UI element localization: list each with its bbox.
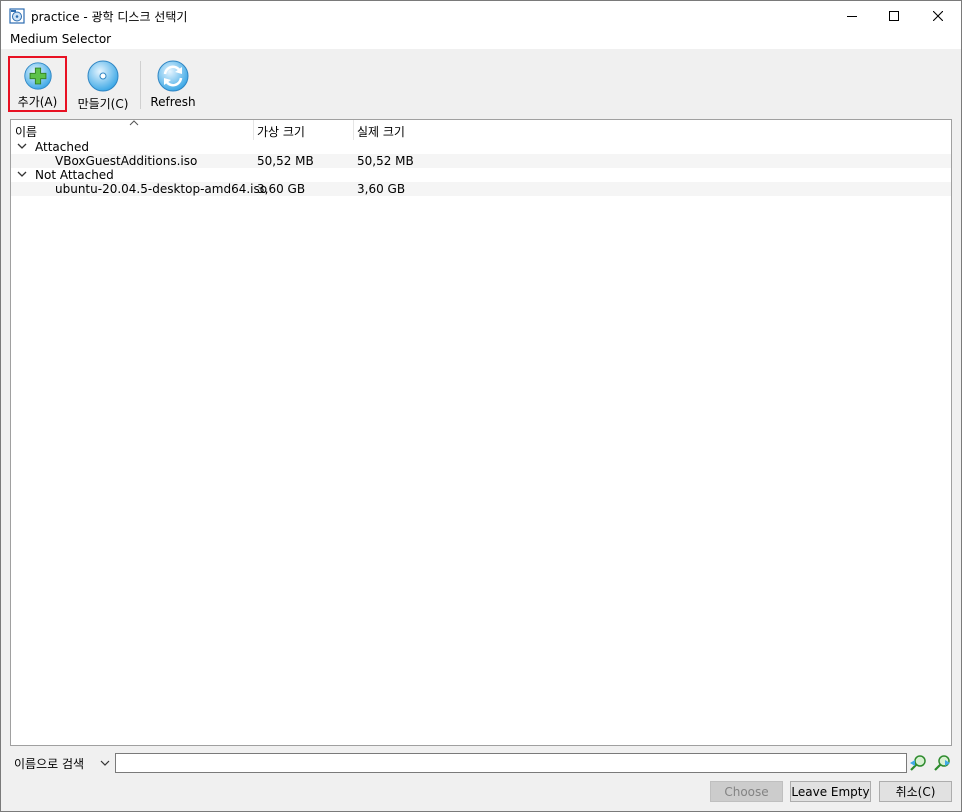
create-button-label: 만들기(C)	[77, 97, 129, 111]
search-input[interactable]	[115, 753, 907, 773]
column-header-virtual-size[interactable]: 가상 크기	[257, 123, 305, 140]
chevron-down-icon[interactable]	[17, 141, 27, 151]
close-icon	[933, 11, 943, 21]
search-next-icon[interactable]	[933, 754, 951, 772]
create-disc-icon	[87, 60, 119, 92]
chevron-down-icon	[100, 760, 110, 766]
choose-button[interactable]: Choose	[710, 781, 783, 802]
group-label: Attached	[35, 140, 89, 154]
create-button[interactable]: 만들기(C)	[71, 55, 135, 113]
add-button[interactable]: 추가(A)	[8, 56, 67, 112]
chevron-down-icon[interactable]	[17, 169, 27, 179]
medium-name: VBoxGuestAdditions.iso	[55, 154, 198, 168]
cancel-button[interactable]: 취소(C)	[879, 781, 952, 802]
tree-header: 이름 가상 크기 실제 크기	[11, 120, 951, 140]
refresh-button[interactable]: Refresh	[147, 55, 199, 113]
minimize-icon	[847, 16, 857, 17]
tree-group-attached[interactable]: Attached	[11, 140, 951, 154]
medium-virtual-size: 3,60 GB	[257, 182, 306, 196]
close-button[interactable]	[915, 1, 961, 31]
medium-virtual-size: 50,52 MB	[257, 154, 314, 168]
refresh-icon	[157, 60, 189, 92]
refresh-button-label: Refresh	[150, 95, 196, 109]
tree-group-not-attached[interactable]: Not Attached	[11, 168, 951, 182]
search-mode-select[interactable]: 이름으로 검색	[10, 753, 113, 773]
toolbar-separator	[140, 61, 141, 109]
group-label: Not Attached	[35, 168, 114, 182]
toolbar: 추가(A) 만들기(C) Refresh	[1, 49, 961, 117]
minimize-button[interactable]	[829, 1, 875, 31]
medium-selector-window: practice - 광학 디스크 선택기 Medium Selector 추가…	[0, 0, 962, 812]
column-divider[interactable]	[353, 120, 354, 140]
tree-row-vboxguestadditions[interactable]: VBoxGuestAdditions.iso 50,52 MB 50,52 MB	[11, 154, 951, 168]
medium-tree-view[interactable]: 이름 가상 크기 실제 크기 Attached VBoxGuestAdditio…	[10, 119, 952, 746]
window-title: practice - 광학 디스크 선택기	[31, 10, 188, 24]
search-mode-value: 이름으로 검색	[14, 756, 85, 771]
header-label-area: Medium Selector	[1, 31, 961, 49]
medium-actual-size: 3,60 GB	[357, 182, 406, 196]
tree-row-ubuntu-iso[interactable]: ubuntu-20.04.5-desktop-amd64.iso 3,60 GB…	[11, 182, 951, 196]
title-bar: practice - 광학 디스크 선택기	[1, 1, 961, 31]
search-bar: 이름으로 검색	[10, 752, 955, 774]
add-button-label: 추가(A)	[17, 95, 58, 109]
search-previous-icon[interactable]	[909, 754, 927, 772]
add-disc-icon	[23, 62, 52, 90]
sort-ascending-icon	[129, 120, 139, 126]
column-header-name[interactable]: 이름	[15, 123, 37, 140]
column-header-actual-size[interactable]: 실제 크기	[357, 123, 405, 140]
leave-empty-button[interactable]: Leave Empty	[790, 781, 871, 802]
medium-actual-size: 50,52 MB	[357, 154, 414, 168]
maximize-button[interactable]	[871, 1, 917, 31]
column-divider[interactable]	[253, 120, 254, 140]
medium-name: ubuntu-20.04.5-desktop-amd64.iso	[55, 182, 268, 196]
maximize-icon	[889, 11, 899, 21]
dialog-heading: Medium Selector	[10, 32, 112, 46]
optical-disc-app-icon	[9, 8, 25, 24]
